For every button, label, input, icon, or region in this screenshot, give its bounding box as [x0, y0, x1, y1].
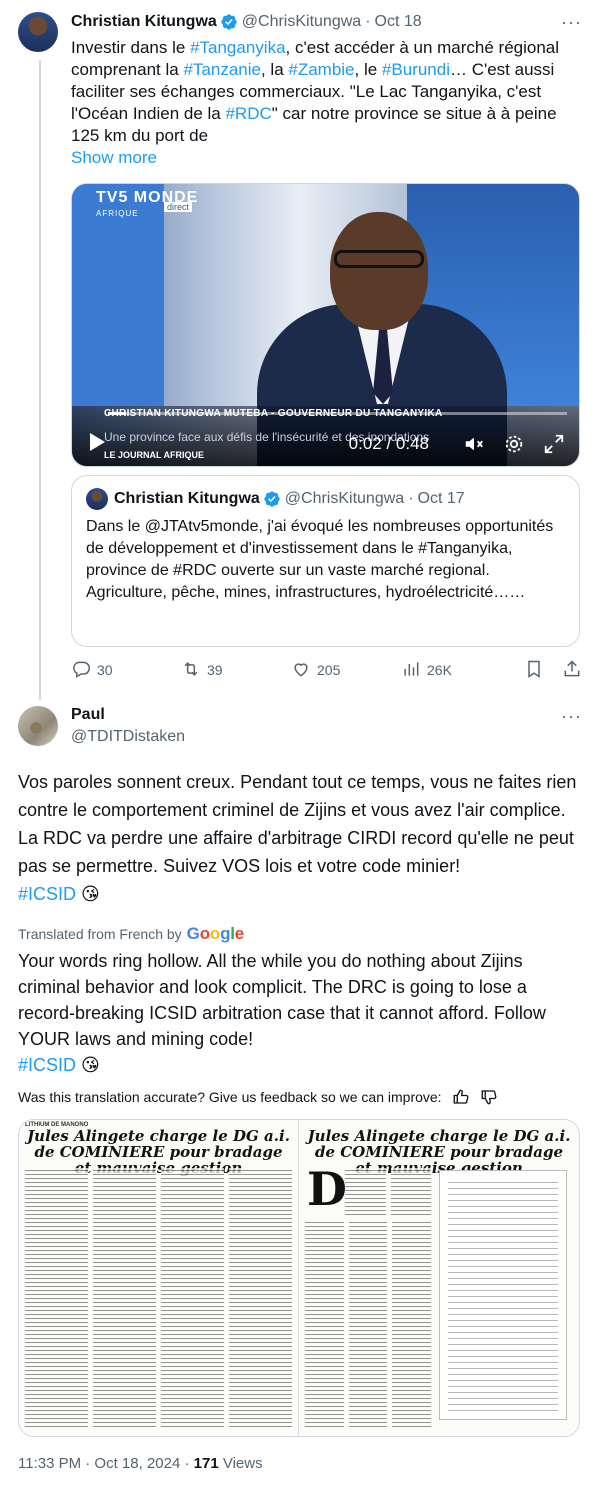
like-count: 205 — [317, 662, 341, 678]
verified-badge-icon — [263, 490, 281, 508]
reply-translated-text: Your words ring hollow. All the while yo… — [18, 948, 582, 1078]
tweet-text: Investir dans le #Tanganyika, c'est accé… — [71, 37, 582, 147]
views-chart-icon — [401, 659, 421, 682]
quoted-tweet-date: Oct 17 — [417, 490, 465, 507]
hashtag-link[interactable]: #Burundi — [382, 60, 450, 79]
reply-icon — [71, 659, 91, 682]
separator-dot: · — [365, 13, 371, 30]
article-columns-right — [305, 1220, 432, 1430]
parent-tweet-header: Christian Kitungwa @ChrisKitungwa · Oct … — [71, 12, 582, 32]
google-logo-letter: g — [220, 924, 231, 943]
lower-third-name: CHRISTIAN KITUNGWA MUTEBA - GOUVERNEUR D… — [104, 408, 443, 419]
heart-icon — [291, 659, 311, 682]
video-player[interactable]: TV5 MONDE AFRIQUE direct CHRISTIAN KITUN… — [71, 183, 580, 467]
views-label: Views — [218, 1455, 263, 1472]
reply-metadata: 11:33 PM · Oct 18, 2024 · 171 Views — [18, 1455, 263, 1472]
video-controls: 0:02 / 0:48 — [88, 432, 565, 456]
tweet-date[interactable]: Oct 18 — [375, 12, 422, 32]
google-logo-letter: o — [209, 924, 221, 943]
bookmark-icon — [524, 659, 544, 682]
share-icon — [562, 659, 582, 682]
quoted-author-handle: @ChrisKitungwa — [284, 490, 405, 507]
live-badge: direct — [164, 202, 193, 212]
views-count: 26K — [427, 662, 452, 678]
speaker-glasses — [334, 250, 424, 268]
article-columns-right-top — [345, 1168, 431, 1216]
reply-original-text: Vos paroles sonnent creux. Pendant tout … — [18, 768, 582, 908]
newspaper-page-right: Jules Alingete charge le DG a.i. de COMI… — [299, 1120, 579, 1436]
separator-dot: · — [408, 490, 414, 507]
repost-icon — [181, 659, 201, 682]
author-handle[interactable]: @ChrisKitungwa — [242, 12, 361, 32]
author-avatar[interactable] — [18, 12, 58, 52]
speaker-head — [330, 212, 428, 330]
drop-cap: D — [307, 1162, 347, 1216]
article-kicker: LITHIUM DE MANONO — [25, 1122, 89, 1128]
quoted-author-name: Christian Kitungwa — [114, 490, 260, 507]
google-logo: Google — [186, 924, 245, 944]
google-logo-letter: o — [199, 924, 210, 943]
google-logo-letter: e — [234, 924, 245, 943]
reply-author-avatar[interactable] — [18, 706, 58, 746]
views-number: 171 — [193, 1455, 219, 1472]
more-options-icon[interactable]: ··· — [561, 706, 582, 727]
parent-tweet-body: Investir dans le #Tanganyika, c'est accé… — [71, 37, 582, 169]
thread-connector-line — [39, 60, 41, 700]
play-icon[interactable] — [88, 432, 106, 457]
post-timestamp[interactable]: 11:33 PM · Oct 18, 2024 · — [18, 1455, 194, 1472]
reply-count: 30 — [97, 662, 113, 678]
like-button[interactable]: 205 — [291, 659, 401, 682]
attached-newspaper-image[interactable]: LITHIUM DE MANONO Jules Alingete charge … — [18, 1119, 580, 1437]
repost-button[interactable]: 39 — [181, 659, 291, 682]
quoted-tweet[interactable]: Christian Kitungwa @ChrisKitungwa · Oct … — [71, 475, 580, 647]
thumbs-down-icon[interactable] — [480, 1088, 498, 1106]
share-button[interactable] — [562, 659, 582, 682]
quoted-author-avatar — [86, 488, 108, 510]
translation-feedback: Was this translation accurate? Give us f… — [18, 1088, 498, 1106]
quoted-tweet-text: Dans le @JTAtv5monde, j'ai évoqué les no… — [86, 518, 554, 601]
kiss-emoji: 😘 — [81, 1055, 100, 1075]
verified-badge-icon — [220, 13, 238, 31]
newspaper-page-left: LITHIUM DE MANONO Jules Alingete charge … — [19, 1120, 299, 1436]
quoted-tweet-header: Christian Kitungwa @ChrisKitungwa · Oct … — [86, 488, 565, 510]
hashtag-link[interactable]: #Zambie — [288, 60, 354, 79]
settings-gear-icon[interactable] — [503, 433, 525, 455]
tweet-actions: 30 39 205 26K — [71, 659, 582, 682]
repost-count: 39 — [207, 662, 223, 678]
hashtag-link[interactable]: #RDC — [225, 104, 271, 123]
feedback-prompt: Was this translation accurate? Give us f… — [18, 1089, 442, 1105]
translation-attribution: Translated from French by Google — [18, 924, 244, 944]
reply-author-name[interactable]: Paul — [71, 706, 105, 724]
more-options-icon[interactable]: ··· — [561, 12, 582, 32]
bookmark-button[interactable] — [524, 659, 544, 682]
tweet-text-segment: , le — [354, 60, 382, 79]
hashtag-link[interactable]: #Tanzanie — [183, 60, 261, 79]
video-time: 0:02 / 0:48 — [348, 434, 429, 453]
author-name[interactable]: Christian Kitungwa — [71, 12, 217, 32]
article-columns-left — [25, 1168, 292, 1430]
official-letter-scan — [439, 1170, 567, 1420]
hashtag-link[interactable]: #Tanganyika — [190, 38, 285, 57]
views-button[interactable]: 26K — [401, 659, 511, 682]
translated-label: Translated from French by — [18, 926, 182, 942]
reply-button[interactable]: 30 — [71, 659, 181, 682]
fullscreen-icon[interactable] — [543, 433, 565, 455]
mute-icon[interactable] — [463, 433, 485, 455]
hashtag-link[interactable]: #ICSID — [18, 884, 76, 904]
kiss-emoji: 😘 — [81, 884, 100, 904]
reply-author-handle[interactable]: @TDITDistaken — [71, 728, 185, 746]
show-more-link[interactable]: Show more — [71, 147, 582, 169]
reply-text: Vos paroles sonnent creux. Pendant tout … — [18, 772, 577, 876]
translation-text: Your words ring hollow. All the while yo… — [18, 951, 546, 1049]
tweet-text-segment: Investir dans le — [71, 38, 191, 57]
google-logo-letter: G — [186, 924, 200, 943]
thumbs-up-icon[interactable] — [452, 1088, 470, 1106]
hashtag-link[interactable]: #ICSID — [18, 1055, 76, 1075]
tweet-text-segment: , la — [260, 60, 289, 79]
